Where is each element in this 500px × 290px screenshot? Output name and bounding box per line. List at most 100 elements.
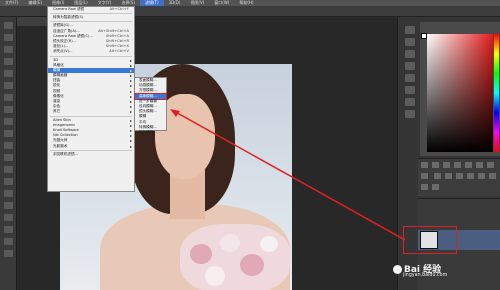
- lasso-tool-icon[interactable]: [4, 46, 13, 53]
- watermark: Bai 经验 jingyan.baidu.com: [393, 262, 500, 290]
- actions-icon[interactable]: [405, 98, 415, 106]
- hue-slider[interactable]: [494, 34, 499, 152]
- menu-item-label: 方框模糊...: [139, 88, 157, 93]
- path-select-tool-icon[interactable]: [4, 214, 13, 221]
- menu-item[interactable]: 消失点(V)... Alt+Ctrl+V: [48, 49, 134, 54]
- menu-item-label: 径向模糊...: [139, 103, 157, 108]
- crop-tool-icon[interactable]: [4, 70, 13, 77]
- menu-item-label: 滤镜库(G)...: [53, 23, 73, 28]
- healing-brush-tool-icon[interactable]: [4, 94, 13, 101]
- swatches-icon[interactable]: [405, 50, 415, 58]
- gradient-map-icon[interactable]: [421, 184, 428, 190]
- menu-item-label: 扭曲: [53, 78, 61, 83]
- history-brush-tool-icon[interactable]: [4, 130, 13, 137]
- move-tool-icon[interactable]: [4, 22, 13, 29]
- watermark-url: jingyan.baidu.com: [403, 273, 448, 278]
- menu-item-label: Camera Raw 滤镜(C)...: [53, 33, 93, 38]
- menu-item-label: 液化(L)...: [53, 44, 69, 49]
- black-white-icon[interactable]: [421, 173, 428, 179]
- type-tool-icon[interactable]: [4, 202, 13, 209]
- color-picker-field[interactable]: [427, 34, 493, 152]
- menu-item-label: 光圈大师: [53, 138, 68, 143]
- menu-item[interactable]: Camera Raw 滤镜 Alt+Ctrl+F: [48, 7, 134, 12]
- menu-item[interactable]: 浏览联机滤镜...: [48, 152, 134, 157]
- photo-bouquet: [180, 224, 290, 290]
- history-icon[interactable]: [405, 26, 415, 34]
- menu-item-label: 其它: [53, 109, 61, 114]
- zoom-tool-icon[interactable]: [4, 250, 13, 257]
- channel-mixer-icon[interactable]: [444, 173, 452, 179]
- brush-tool-icon[interactable]: [4, 106, 13, 113]
- menu-item-shortcut: Alt+Ctrl+F: [109, 7, 129, 11]
- menu-item[interactable]: 其它: [48, 109, 134, 114]
- dodge-tool-icon[interactable]: [4, 178, 13, 185]
- character-icon[interactable]: [405, 74, 415, 82]
- menu-item-label: 表面模糊...: [139, 78, 157, 82]
- menu-item-label: 光影魔术: [53, 143, 68, 148]
- menu-item-label: 转换为智能滤镜(S): [53, 15, 84, 20]
- brush-settings-icon[interactable]: [405, 62, 415, 70]
- panel-icon-column: [401, 22, 419, 172]
- vibrance-icon[interactable]: [465, 162, 472, 168]
- menu-item-label: Imagenomic: [53, 122, 76, 127]
- photo-filter-icon[interactable]: [433, 173, 441, 179]
- properties-icon[interactable]: [405, 38, 415, 46]
- color-lookup-icon[interactable]: [455, 173, 463, 179]
- menu-item-label: 高斯模糊...: [139, 93, 157, 98]
- invert-icon[interactable]: [466, 173, 474, 179]
- menu-item-label: Camera Raw 滤镜: [53, 7, 85, 11]
- posterize-icon[interactable]: [477, 173, 485, 179]
- menu-item-label: 形状模糊...: [139, 129, 157, 134]
- menu-item-label: 风格化: [53, 62, 64, 67]
- menu-item-label: 模糊: [53, 67, 61, 72]
- menu-item-label: 3D: [53, 57, 59, 62]
- filter-menu: Camera Raw 滤镜 Alt+Ctrl+F 转换为智能滤镜(S) 滤镜库(G).…: [47, 6, 135, 192]
- menu-item-label: 消失点(V)...: [53, 49, 73, 54]
- info-icon[interactable]: [405, 110, 415, 118]
- annotation-box-layer: [403, 226, 457, 254]
- menu-item-label: 杂色: [53, 104, 61, 109]
- menu-item-label: 视频: [53, 88, 61, 93]
- color-balance-icon[interactable]: [487, 162, 494, 168]
- menu-item-label: 锐化: [53, 83, 61, 88]
- menu-item-label: 自适应广角(A)...: [53, 28, 80, 33]
- adjustments-panel: [418, 158, 500, 196]
- menu-item-label: 镜头校正(R)...: [53, 38, 77, 43]
- menu-item-label: 平均: [139, 119, 147, 124]
- menu-item[interactable]: 转换为智能滤镜(S): [48, 15, 134, 20]
- curves-icon[interactable]: [443, 162, 450, 168]
- shape-tool-icon[interactable]: [4, 226, 13, 233]
- menu-item[interactable]: 光影魔术: [48, 144, 134, 149]
- menu-item-label: 特殊模糊...: [139, 124, 157, 129]
- paragraph-icon[interactable]: [405, 86, 415, 94]
- hand-tool-icon[interactable]: [4, 238, 13, 245]
- blur-tool-icon[interactable]: [4, 166, 13, 173]
- menu-item-label: 模糊: [139, 114, 147, 119]
- pen-tool-icon[interactable]: [4, 190, 13, 197]
- gradient-tool-icon[interactable]: [4, 154, 13, 161]
- menu-separator: [50, 115, 132, 117]
- menu-separator: [50, 55, 132, 57]
- menu-item-shortcut: Alt+Ctrl+V: [109, 49, 129, 54]
- menu-item-label: Alien Skin: [53, 117, 71, 122]
- blur-submenu: 表面模糊... 动感模糊... 方框模糊... 高斯模糊... 进一步模糊 径向模糊...…: [134, 77, 167, 134]
- menu-item[interactable]: 形状模糊...: [135, 130, 166, 135]
- eyedropper-tool-icon[interactable]: [4, 82, 13, 89]
- menu-item-label: 渲染: [53, 99, 61, 103]
- brightness-icon[interactable]: [421, 162, 428, 168]
- exposure-icon[interactable]: [454, 162, 461, 168]
- marquee-tool-icon[interactable]: [4, 34, 13, 41]
- clone-stamp-tool-icon[interactable]: [4, 118, 13, 125]
- baidu-paw-icon: [393, 265, 402, 274]
- threshold-icon[interactable]: [488, 173, 496, 179]
- menu-separator: [50, 21, 132, 23]
- selective-color-icon[interactable]: [432, 184, 439, 190]
- menu-item-label: Knoll Software: [53, 127, 79, 132]
- menu-item-label: 动感模糊...: [139, 83, 157, 88]
- menu-item-label: 浏览联机滤镜...: [53, 151, 78, 156]
- hue-sat-icon[interactable]: [476, 162, 483, 168]
- menu-item-label: Nik Collection: [53, 133, 78, 138]
- eraser-tool-icon[interactable]: [4, 142, 13, 149]
- levels-icon[interactable]: [432, 162, 439, 168]
- quick-select-tool-icon[interactable]: [4, 58, 13, 65]
